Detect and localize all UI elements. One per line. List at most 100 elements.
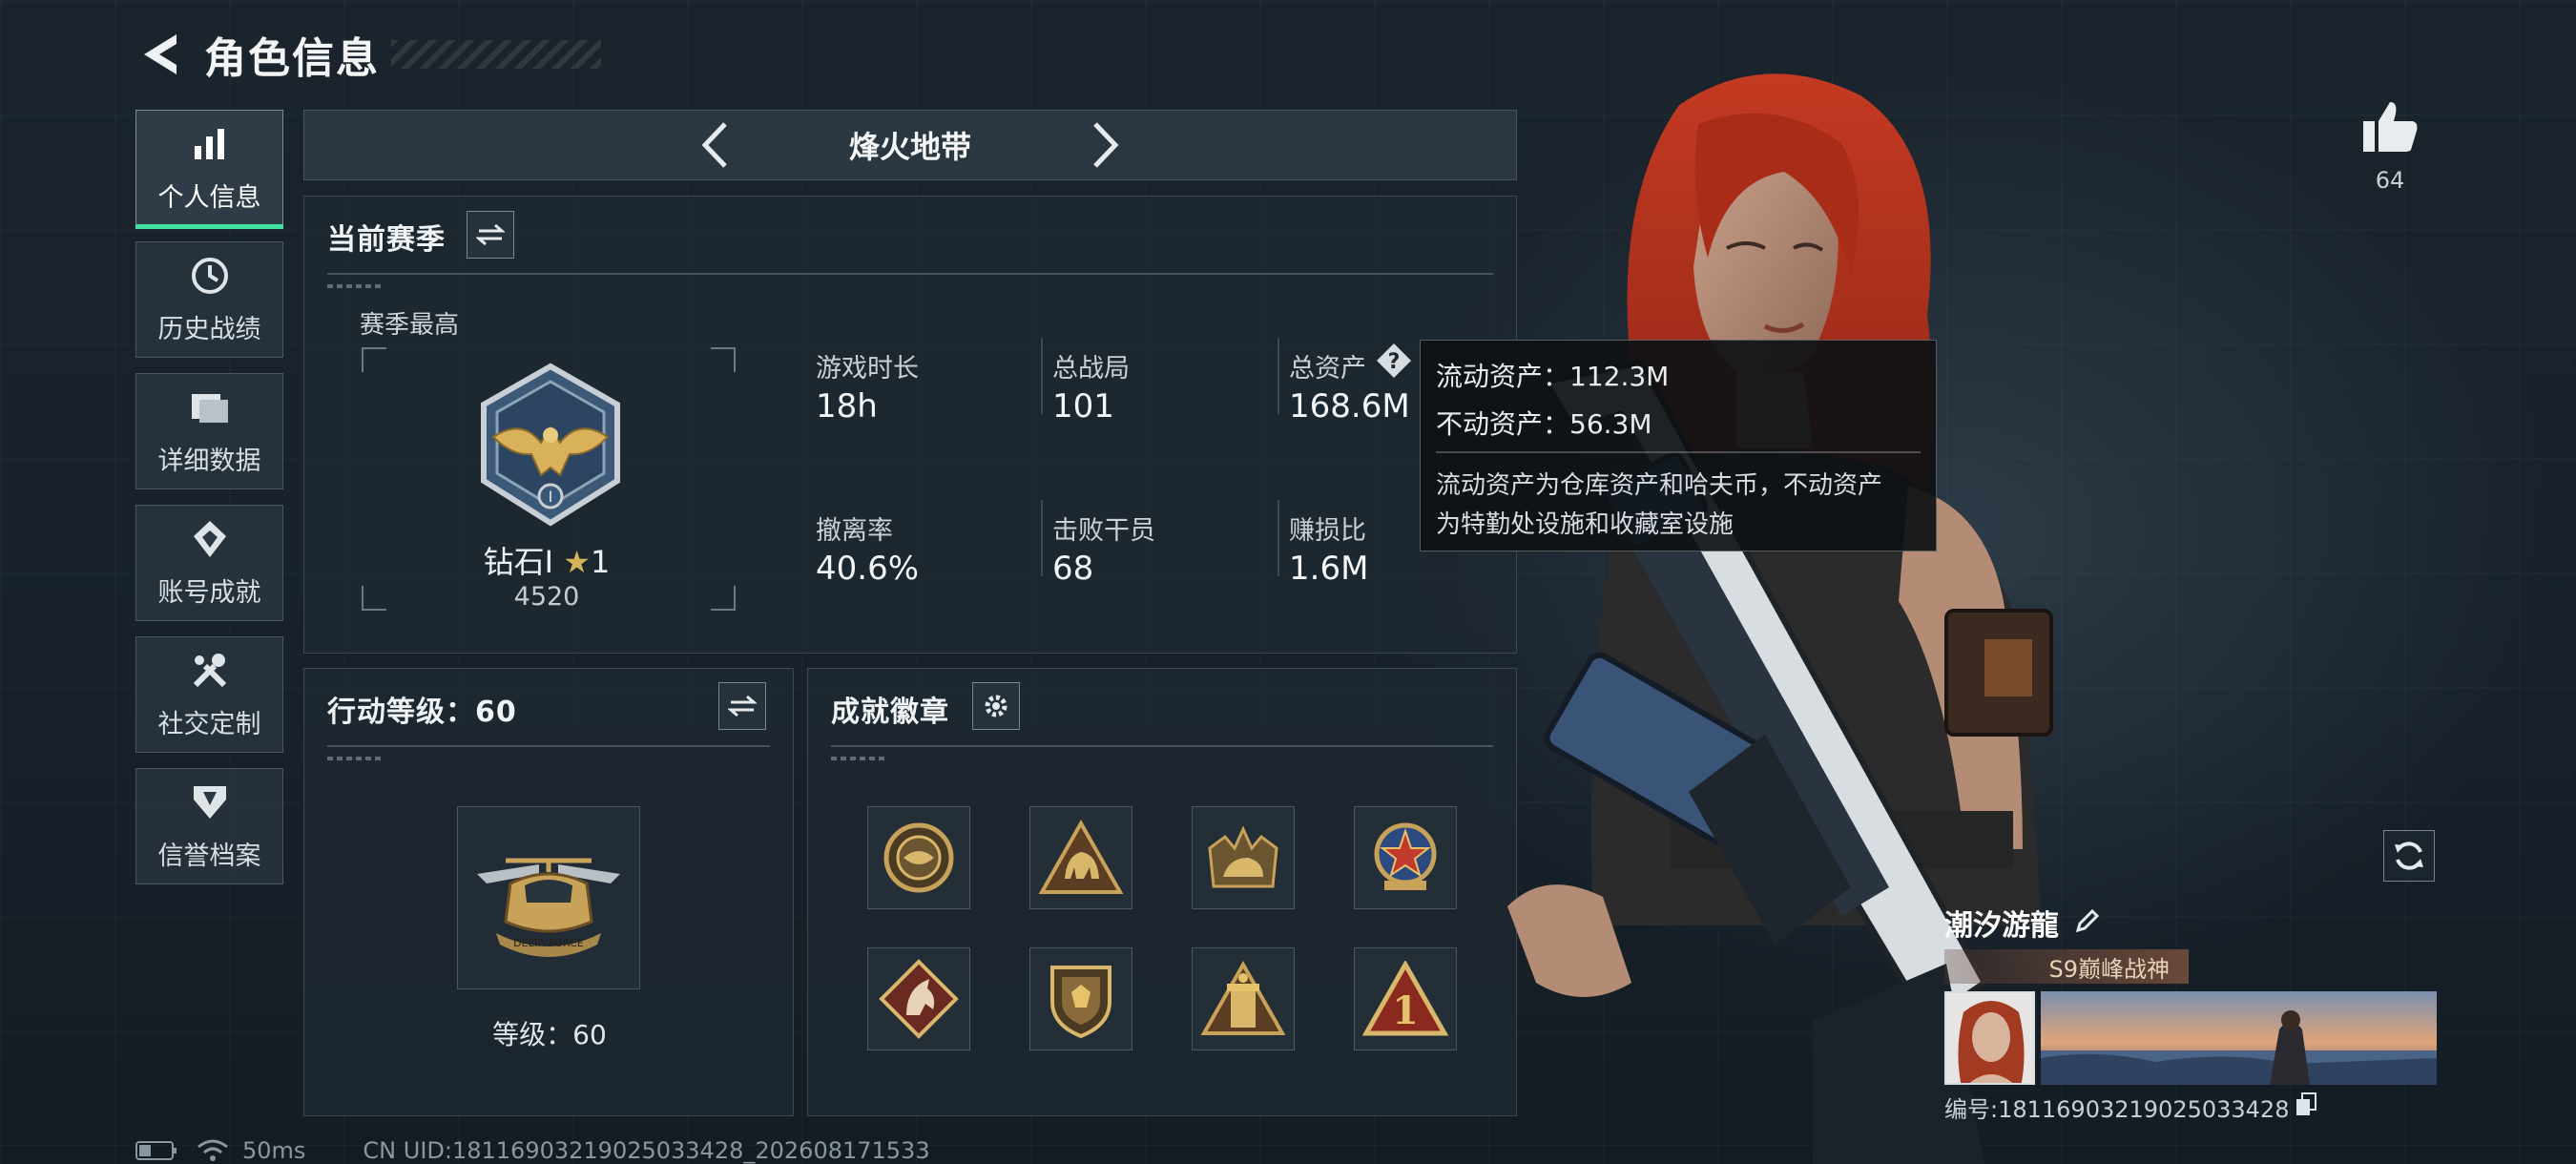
wifi-icon xyxy=(197,1139,228,1161)
refresh-icon xyxy=(2395,842,2423,870)
tooltip-description-line1: 流动资产为仓库资产和哈夫币，不动资产 xyxy=(1436,471,1883,500)
sidebar-item-profile[interactable]: 个人信息 xyxy=(135,110,283,229)
sidebar-item-social[interactable]: 社交定制 xyxy=(135,636,283,753)
number-one-badge-icon: 1 xyxy=(1362,961,1448,1036)
star-icon: ★ xyxy=(563,544,591,580)
horse-badge-icon xyxy=(879,959,959,1039)
season-best-label: 赛季最高 xyxy=(360,311,460,340)
sidebar-item-label: 个人信息 xyxy=(157,182,261,213)
edit-name-button[interactable] xyxy=(2074,907,2101,938)
mode-selector: 烽火地带 xyxy=(303,110,1517,180)
sidebar-item-details[interactable]: 详细数据 xyxy=(135,373,283,489)
player-name-row: 潮汐游龍 xyxy=(1944,902,2441,944)
achievement-badge[interactable] xyxy=(1354,806,1457,909)
mode-name: 烽火地带 xyxy=(848,129,971,165)
svg-text:Ⅰ: Ⅰ xyxy=(549,488,553,506)
cn-uid: CN UID:18116903219025033428_202608171533 xyxy=(363,1137,930,1164)
season-panel: 当前赛季 赛季最高 Ⅰ 钻石Ⅰ ★1 4520 游戏时长 18h 总战局 101… xyxy=(303,196,1517,654)
frame-corner xyxy=(362,347,386,372)
ping-value: 50ms xyxy=(242,1137,306,1164)
season-title: 当前赛季 xyxy=(327,223,446,257)
stat-label: 赚损比 xyxy=(1289,516,1366,546)
stat-value: 18h xyxy=(816,387,878,426)
thumbs-up-icon xyxy=(2363,102,2418,152)
achievement-badge[interactable] xyxy=(867,947,970,1050)
stat-separator xyxy=(1278,500,1279,576)
player-title: S9巅峰战神 xyxy=(2048,955,2170,983)
badge-number: 1 xyxy=(1392,988,1419,1033)
player-id-row: 编号:18116903219025033428 xyxy=(1944,1091,2441,1124)
season-switch-button[interactable] xyxy=(467,211,514,259)
page-header: 角色信息 xyxy=(134,21,601,88)
mode-prev-button[interactable] xyxy=(681,112,748,178)
refresh-button[interactable] xyxy=(2383,830,2435,882)
player-images xyxy=(1944,991,2441,1085)
helicopter-emblem-icon: DELTA FORCE xyxy=(477,858,620,957)
rank-name-row: 钻石Ⅰ ★1 xyxy=(304,538,789,582)
stat-label: 总战局 xyxy=(1052,354,1130,384)
sidebar-item-history[interactable]: 历史战绩 xyxy=(135,241,283,358)
swap-icon xyxy=(728,695,757,717)
achievement-badge[interactable]: 1 xyxy=(1354,947,1457,1050)
section-divider xyxy=(327,745,770,747)
like-button[interactable]: 64 xyxy=(2357,100,2423,194)
copy-id-button[interactable] xyxy=(2295,1091,2317,1123)
stat-value: 68 xyxy=(1052,550,1094,588)
stat-label: 游戏时长 xyxy=(816,354,919,384)
achievement-badge[interactable] xyxy=(1029,806,1132,909)
action-level-panel: 行动等级：60 DELTA FORCE 等级：60 xyxy=(303,668,794,1116)
title-decoration xyxy=(391,40,601,69)
stat-value: 1.6M xyxy=(1289,550,1369,588)
player-id: 编号:18116903219025033428 xyxy=(1944,1096,2290,1123)
rhino-badge-icon xyxy=(1208,825,1278,888)
help-icon[interactable]: ? xyxy=(1375,342,1413,380)
rank-emblem: Ⅰ xyxy=(465,361,636,536)
pencil-icon xyxy=(2075,908,2100,933)
mode-next-button[interactable] xyxy=(1072,112,1139,178)
stat-separator xyxy=(1278,338,1279,414)
copy-icon xyxy=(2296,1091,2317,1115)
stat-value: 40.6% xyxy=(816,550,920,588)
decorative-dash xyxy=(831,757,888,760)
eye-badge-icon xyxy=(883,822,954,893)
sidebar-item-reputation[interactable]: 信誉档案 xyxy=(135,768,283,884)
stat-label: 击败干员 xyxy=(1052,516,1155,546)
tools-icon xyxy=(189,650,231,692)
player-title-badge: S9巅峰战神 xyxy=(1944,949,2189,984)
elephant-badge-icon xyxy=(1038,820,1124,894)
history-icon xyxy=(189,255,231,297)
achievement-badge[interactable] xyxy=(1192,806,1295,909)
achievement-badge[interactable] xyxy=(867,806,970,909)
emblem-text: DELTA FORCE xyxy=(513,937,584,949)
sidebar-item-achievements[interactable]: 账号成就 xyxy=(135,505,283,621)
frame-corner xyxy=(711,347,736,372)
rank-name: 钻石Ⅰ xyxy=(483,544,554,580)
stat-separator xyxy=(1041,500,1043,576)
eagle-rank-icon: Ⅰ xyxy=(481,363,620,527)
sidebar: 个人信息 历史战绩 详细数据 账号成就 社交定制 信誉档案 xyxy=(135,110,283,900)
player-card: 潮汐游龍 S9巅峰战神 编号:18116903219025033428 xyxy=(1944,902,2441,1124)
like-count: 64 xyxy=(2375,167,2405,194)
achievement-badge[interactable] xyxy=(1029,947,1132,1050)
back-button[interactable] xyxy=(134,26,191,83)
rank-stars: 1 xyxy=(590,544,611,580)
shield-icon xyxy=(189,781,231,823)
stat-separator xyxy=(1041,338,1043,414)
achievement-badge[interactable] xyxy=(1192,947,1295,1050)
stat-value: 101 xyxy=(1052,387,1114,426)
achievements-settings-button[interactable] xyxy=(972,682,1020,730)
bar-chart-icon xyxy=(189,123,231,165)
player-name: 潮汐游龍 xyxy=(1944,909,2059,943)
chevron-left-icon xyxy=(701,122,727,168)
profile-banner-image[interactable] xyxy=(2041,991,2437,1085)
stat-label: 总资产 xyxy=(1289,354,1366,384)
sidebar-item-label: 历史战绩 xyxy=(157,314,261,344)
decorative-dash xyxy=(327,284,384,288)
stat-value: 168.6M xyxy=(1289,387,1410,426)
swap-icon xyxy=(476,223,505,246)
stat-label: 撤离率 xyxy=(816,516,893,546)
avatar[interactable] xyxy=(1944,991,2035,1085)
action-level-switch-button[interactable] xyxy=(718,682,766,730)
assets-tooltip: 流动资产：112.3M 不动资产：56.3M 流动资产为仓库资产和哈夫币，不动资… xyxy=(1420,340,1937,551)
back-arrow-icon xyxy=(144,34,177,74)
